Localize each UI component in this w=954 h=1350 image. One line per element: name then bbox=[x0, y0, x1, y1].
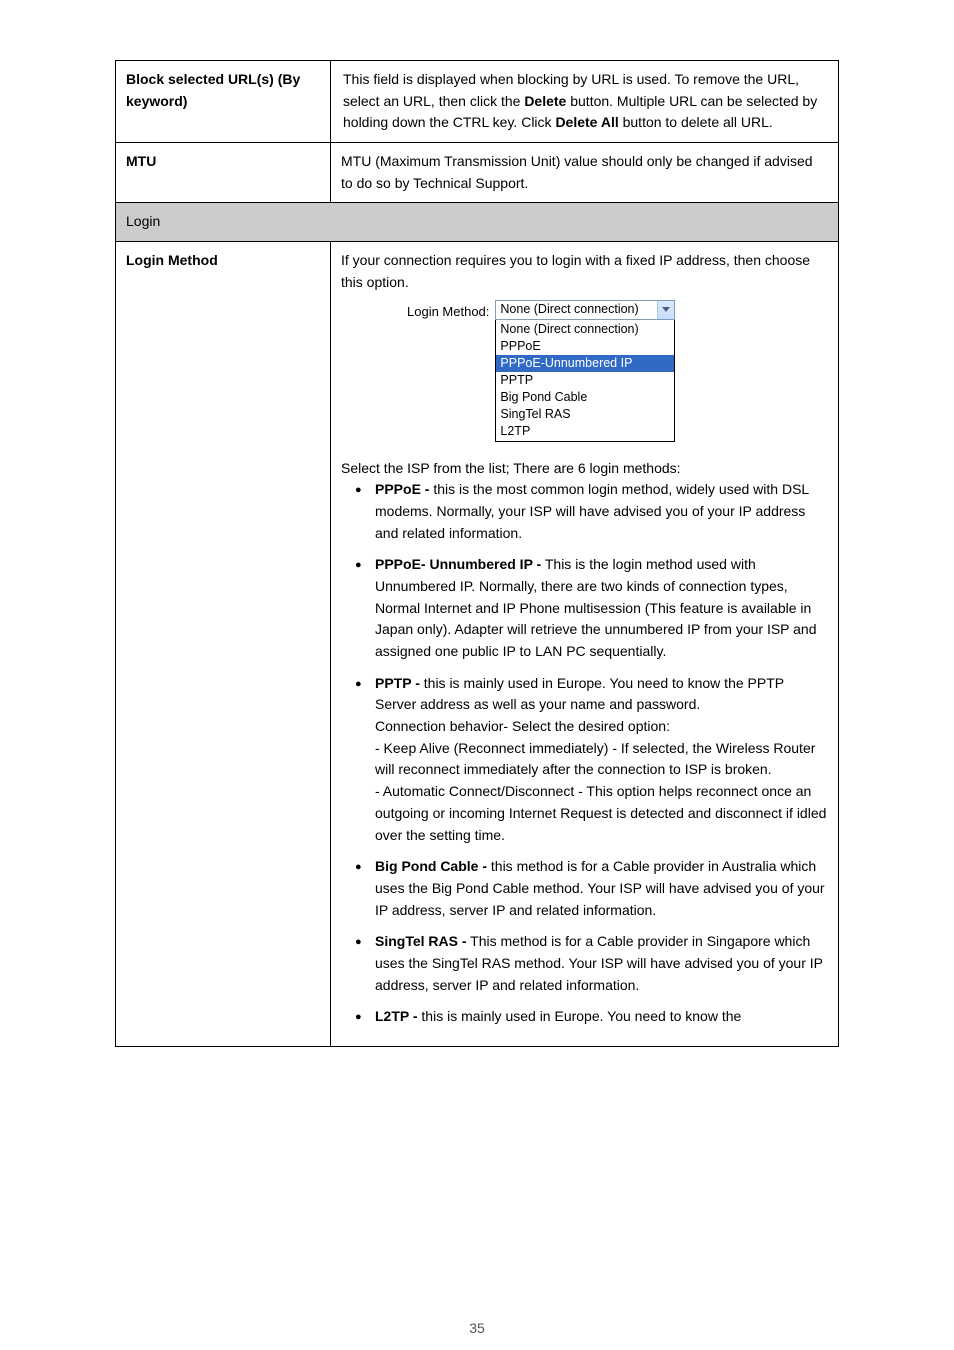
option-pppoe-unnumbered[interactable]: PPPoE-Unnumbered IP bbox=[496, 355, 674, 372]
login-select-line: Select the ISP from the list; There are … bbox=[341, 458, 828, 480]
option-pppoe[interactable]: PPPoE bbox=[496, 338, 674, 355]
login-method-select[interactable]: None (Direct connection) bbox=[495, 300, 675, 320]
login-intro: If your connection requires you to login… bbox=[341, 250, 828, 293]
page-number: 35 bbox=[115, 1320, 839, 1336]
option-singtel[interactable]: SingTel RAS bbox=[496, 406, 674, 423]
login-right: If your connection requires you to login… bbox=[331, 242, 839, 1047]
bullet-pptp: PPTP - this is mainly used in Europe. Yo… bbox=[341, 673, 828, 847]
bullet-singtel: SingTel RAS - This method is for a Cable… bbox=[341, 931, 828, 996]
option-pptp[interactable]: PPTP bbox=[496, 372, 674, 389]
option-bigpond[interactable]: Big Pond Cable bbox=[496, 389, 674, 406]
row2-left: MTU bbox=[116, 143, 331, 203]
bullet-pppoe: PPPoE - this is the most common login me… bbox=[341, 479, 828, 544]
bullet-l2tp: L2TP - this is mainly used in Europe. Yo… bbox=[341, 1006, 828, 1028]
chevron-down-icon bbox=[657, 301, 674, 319]
login-method-options[interactable]: None (Direct connection) PPPoE PPPoE-Unn… bbox=[495, 320, 675, 442]
row1-left: Block selected URL(s) (By keyword) bbox=[116, 61, 331, 143]
login-method-label: Login Method: bbox=[407, 300, 495, 322]
section-login-header: Login bbox=[116, 203, 839, 242]
bullet-pppoe-unnumbered: PPPoE- Unnumbered IP - This is the login… bbox=[341, 554, 828, 662]
option-none[interactable]: None (Direct connection) bbox=[496, 321, 674, 338]
row2-right: MTU (Maximum Transmission Unit) value sh… bbox=[331, 143, 839, 203]
login-left: Login Method bbox=[116, 242, 331, 1047]
login-method-screenshot: Login Method: None (Direct connection) N… bbox=[407, 300, 828, 442]
option-l2tp[interactable]: L2TP bbox=[496, 423, 674, 440]
bullet-bigpond: Big Pond Cable - this method is for a Ca… bbox=[341, 856, 828, 921]
row1-right: This field is displayed when blocking by… bbox=[331, 61, 839, 143]
